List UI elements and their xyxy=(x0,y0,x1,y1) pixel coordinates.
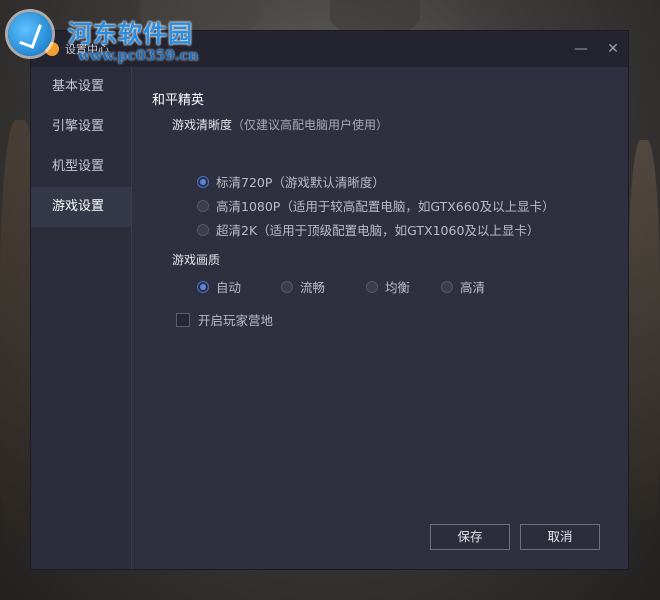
quality-option-label: 流畅 xyxy=(300,280,326,295)
game-settings-panel: 和平精英 游戏清晰度（仅建议高配电脑用户使用） 标清720P（游戏默认清晰度） … xyxy=(132,67,628,569)
quality-option-auto[interactable]: 自动 xyxy=(197,277,241,296)
player-camp-label: 开启玩家营地 xyxy=(198,313,274,328)
settings-dialog: 设置中心 — ✕ 基本设置 引擎设置 机型设置 游戏设置 和平精英 游戏清晰度（… xyxy=(30,30,629,570)
radio-icon[interactable] xyxy=(197,280,209,293)
resolution-option-720p[interactable]: 标清720P（游戏默认清晰度） xyxy=(197,172,385,191)
quality-option-label: 自动 xyxy=(216,280,242,295)
resolution-option-label: 高清1080P（适用于较高配置电脑，如GTX660及以上显卡） xyxy=(216,199,555,214)
resolution-option-label: 标清720P（游戏默认清晰度） xyxy=(216,175,385,190)
radio-icon[interactable] xyxy=(441,280,453,293)
sidebar-item-game[interactable]: 游戏设置 xyxy=(31,187,131,227)
resolution-option-label: 超清2K（适用于顶级配置电脑，如GTX1060及以上显卡） xyxy=(216,223,540,238)
quality-option-balanced[interactable]: 均衡 xyxy=(366,277,410,296)
radio-icon[interactable] xyxy=(366,280,378,293)
checkbox-icon[interactable] xyxy=(176,312,190,327)
quality-group-label: 游戏画质 xyxy=(172,253,221,267)
save-button[interactable]: 保存 xyxy=(430,524,510,550)
quality-option-label: 高清 xyxy=(460,280,486,295)
radio-icon[interactable] xyxy=(197,223,209,236)
sidebar: 基本设置 引擎设置 机型设置 游戏设置 xyxy=(31,67,132,569)
radio-icon[interactable] xyxy=(281,280,293,293)
sidebar-item-device[interactable]: 机型设置 xyxy=(31,147,131,187)
quality-option-smooth[interactable]: 流畅 xyxy=(281,277,325,296)
resolution-option-2k[interactable]: 超清2K（适用于顶级配置电脑，如GTX1060及以上显卡） xyxy=(197,220,539,239)
sidebar-item-basic[interactable]: 基本设置 xyxy=(31,67,131,107)
section-title: 和平精英 xyxy=(152,93,205,108)
watermark-logo-icon xyxy=(8,12,52,56)
close-button[interactable]: ✕ xyxy=(601,37,625,61)
resolution-label: 游戏清晰度 xyxy=(172,118,233,132)
sidebar-item-engine[interactable]: 引擎设置 xyxy=(31,107,131,147)
watermark-site-name: 河东软件园 xyxy=(68,20,193,48)
quality-option-hd[interactable]: 高清 xyxy=(441,277,485,296)
resolution-group-label: 游戏清晰度（仅建议高配电脑用户使用） xyxy=(172,116,388,133)
quality-option-label: 均衡 xyxy=(385,280,411,295)
resolution-hint: （仅建议高配电脑用户使用） xyxy=(232,118,389,132)
minimize-button[interactable]: — xyxy=(569,37,593,61)
background-character-right xyxy=(628,140,660,520)
resolution-option-1080p[interactable]: 高清1080P（适用于较高配置电脑，如GTX660及以上显卡） xyxy=(197,196,555,215)
player-camp-toggle[interactable]: 开启玩家营地 xyxy=(176,310,273,329)
radio-icon[interactable] xyxy=(197,175,209,188)
radio-icon[interactable] xyxy=(197,199,209,212)
cancel-button[interactable]: 取消 xyxy=(520,524,600,550)
watermark-url: www.pc0359.cn xyxy=(78,48,199,64)
